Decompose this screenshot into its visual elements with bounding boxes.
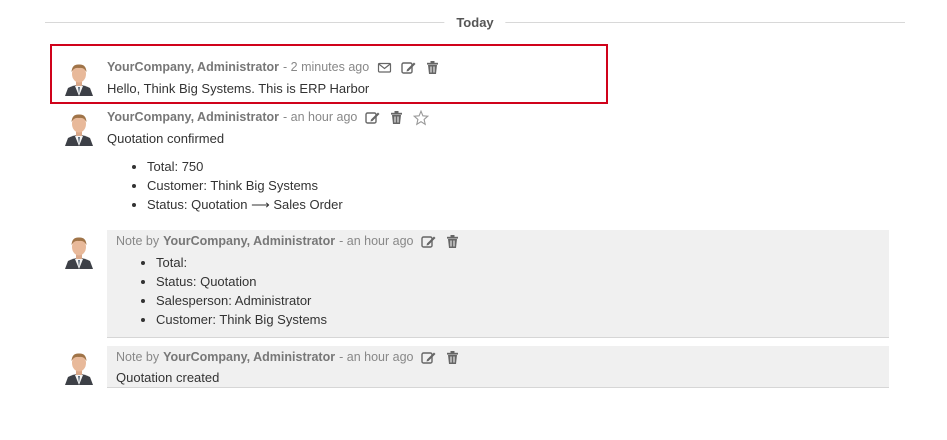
message-author[interactable]: YourCompany, Administrator — [163, 232, 335, 250]
tracking-value: Total: — [156, 253, 889, 272]
message-header: Note by YourCompany, Administrator - an … — [116, 348, 889, 366]
message-body: Quotation confirmed — [107, 131, 225, 146]
trash-icon[interactable] — [425, 60, 440, 75]
message-header: YourCompany, Administrator - an hour ago — [107, 108, 430, 126]
edit-icon[interactable] — [421, 234, 436, 249]
message-header: Note by YourCompany, Administrator - an … — [116, 232, 889, 250]
trash-icon[interactable] — [445, 350, 460, 365]
tracking-values: Total: Status: Quotation Salesperson: Ad… — [116, 253, 889, 329]
edit-icon[interactable] — [401, 60, 416, 75]
tracking-value: Status: Quotation ⟶ Sales Order — [147, 195, 428, 214]
arrow-icon: ⟶ — [251, 197, 270, 212]
message-header: YourCompany, Administrator - 2 minutes a… — [107, 58, 440, 76]
message-time: - an hour ago — [339, 234, 414, 248]
message-time: - 2 minutes ago — [283, 60, 370, 74]
tracking-value: Customer: Think Big Systems — [147, 176, 428, 195]
note-prefix: Note by — [116, 350, 160, 364]
message-time: - an hour ago — [283, 110, 358, 124]
avatar[interactable] — [62, 349, 96, 385]
tracking-value: Status: Quotation — [156, 272, 889, 291]
tracking-value: Customer: Think Big Systems — [156, 310, 889, 329]
tracking-values: Total: 750 Customer: Think Big Systems S… — [107, 157, 428, 214]
edit-icon[interactable] — [365, 110, 380, 125]
message-time: - an hour ago — [339, 350, 414, 364]
trash-icon[interactable] — [389, 110, 404, 125]
message-author[interactable]: YourCompany, Administrator — [107, 58, 279, 76]
avatar[interactable] — [62, 110, 96, 146]
trash-icon[interactable] — [445, 234, 460, 249]
avatar[interactable] — [62, 60, 96, 96]
message-author[interactable]: YourCompany, Administrator — [163, 348, 335, 366]
day-separator: Today — [45, 10, 905, 36]
day-separator-label: Today — [444, 15, 506, 30]
tracking-value: Salesperson: Administrator — [156, 291, 889, 310]
envelope-icon[interactable] — [377, 60, 392, 75]
tracking-value: Total: 750 — [147, 157, 428, 176]
note-prefix: Note by — [116, 234, 160, 248]
message-body: Quotation created — [116, 370, 220, 385]
edit-icon[interactable] — [421, 350, 436, 365]
star-icon[interactable] — [413, 109, 430, 125]
message-author[interactable]: YourCompany, Administrator — [107, 108, 279, 126]
message-body: Hello, Think Big Systems. This is ERP Ha… — [107, 81, 370, 96]
avatar[interactable] — [62, 233, 96, 269]
